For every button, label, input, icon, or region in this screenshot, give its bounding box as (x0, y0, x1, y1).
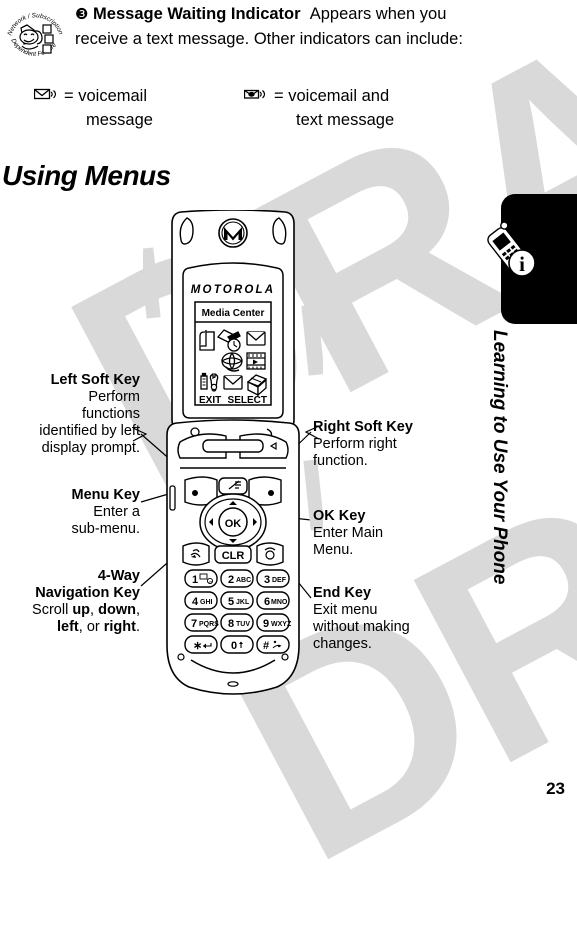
indicator-legend: = voicemail message = voicemail and text… (33, 84, 504, 132)
callout-body-line: Scroll up, down, (0, 602, 140, 619)
nav-dir-up: up (72, 602, 91, 618)
callout-body-line: Menu. (313, 542, 354, 558)
callout-body-line: function. (313, 453, 368, 469)
callout-body-line: Enter Main (313, 525, 384, 541)
page-title: Using Menus (2, 160, 171, 191)
phone-illustration: MOTOROLA Media Center EXIT SELECT OK CLR… (139, 209, 325, 700)
callout-ok-key: OK Key Enter Main Menu. (313, 508, 483, 559)
callout-body-line: Perform right (313, 436, 397, 452)
svg-text:@: @ (208, 579, 212, 584)
indicator-label-voicemail-text: = voicemail and text message (274, 84, 394, 132)
network-subscription-stamp-icon: Network / Subscription Dependent Feature (4, 4, 66, 66)
indicator-line1: voicemail and (288, 87, 390, 105)
svg-text:0: 0 (231, 640, 237, 652)
svg-text:JKL: JKL (236, 599, 250, 606)
svg-text:GHI: GHI (200, 599, 213, 606)
svg-text:MNO: MNO (271, 599, 288, 606)
callout-left-soft-key: Left Soft Key Perform functions identifi… (0, 372, 140, 457)
callout-body-line: identified by left (39, 423, 140, 439)
right-soft-key-dot (268, 490, 274, 496)
indicator-line1: voicemail (78, 87, 148, 105)
svg-text:2: 2 (228, 574, 234, 586)
callout-right-soft-key: Right Soft Key Perform right function. (313, 419, 483, 470)
callout-body-line: sub-menu. (71, 521, 140, 537)
screen-softkey-left-text: EXIT (199, 395, 221, 406)
callout-navigation-key: 4-Way Navigation Key Scroll up, down, le… (0, 568, 140, 636)
nav-dir-right: right (103, 619, 136, 635)
callout-title: Navigation Key (35, 585, 140, 601)
svg-text:9: 9 (263, 618, 269, 630)
svg-text:#: # (263, 640, 269, 652)
svg-text:∗: ∗ (193, 640, 202, 652)
callout-body-line: functions (81, 406, 140, 422)
indicator-equals: = (274, 87, 284, 105)
svg-text:4: 4 (192, 596, 199, 608)
svg-text:1: 1 (192, 574, 198, 586)
callout-title: Right Soft Key (313, 419, 413, 435)
svg-text:8: 8 (228, 618, 234, 630)
indicator-equals: = (64, 87, 74, 105)
callout-title: End Key (313, 585, 372, 601)
page-number: 23 (546, 779, 565, 798)
nav-sep-4: . (135, 619, 140, 635)
callout-title: 4-Way (97, 568, 140, 584)
screen-softkey-right-text: SELECT (228, 395, 267, 406)
callout-menu-key: Menu Key Enter a sub-menu. (0, 487, 140, 538)
svg-text:i: i (519, 252, 525, 276)
left-soft-key-dot (192, 490, 198, 496)
nav-sep-1: , (90, 602, 99, 618)
callout-end-key: End Key Exit menu without making changes… (313, 585, 483, 653)
note-marker: ❸ (75, 5, 89, 23)
screen-title-text: Media Center (202, 308, 265, 319)
callout-body-line: Enter a (93, 504, 140, 520)
svg-text:TUV: TUV (236, 621, 250, 628)
indicator-line2: message (86, 111, 153, 129)
callout-body-line: without making (313, 619, 410, 635)
nav-scroll-pre: Scroll (32, 602, 73, 618)
svg-text:DEF: DEF (272, 577, 287, 584)
callout-body-line: changes. (313, 636, 372, 652)
callout-title: Menu Key (71, 487, 141, 503)
nav-dir-left: left (57, 619, 79, 635)
phone-brand-text: MOTOROLA (191, 284, 275, 296)
svg-text:WXYZ: WXYZ (271, 621, 292, 628)
clear-key-text: CLR (222, 550, 245, 562)
svg-text:5: 5 (228, 596, 234, 608)
svg-text:3: 3 (264, 574, 270, 586)
ok-key-text: OK (225, 518, 242, 530)
svg-text:ABC: ABC (236, 577, 251, 584)
nav-dir-down: down (98, 602, 136, 618)
svg-text:6: 6 (264, 596, 270, 608)
callout-body-line: Perform (88, 389, 140, 405)
nav-sep-2: , (135, 602, 140, 618)
indicator-item-voicemail-text: = voicemail and text message (243, 84, 452, 132)
manual-page: DRAFT DRAFT Network / Subscription Depen… (0, 0, 577, 925)
nav-sep-3: , or (78, 619, 104, 635)
note-title: Message Waiting Indicator (93, 5, 301, 23)
callout-body-line: left, or right. (0, 619, 140, 636)
callout-title: OK Key (313, 508, 366, 524)
callout-body-line: Exit menu (313, 602, 378, 618)
svg-text:PQRS: PQRS (199, 621, 219, 628)
indicator-label-voicemail: = voicemail message (64, 84, 153, 132)
chapter-tab-label: Learning to Use Your Phone (489, 330, 510, 585)
indicator-line2: text message (296, 111, 395, 129)
envelope-voicemail-text-icon (243, 84, 274, 132)
callout-body-line: display prompt. (41, 440, 140, 456)
phone-info-icon: i (481, 221, 543, 289)
note-block: ❸ Message Waiting Indicator Appears when… (75, 2, 495, 52)
svg-text:7: 7 (191, 618, 197, 630)
indicator-item-voicemail: = voicemail message (33, 84, 242, 132)
callout-title: Left Soft Key (50, 372, 140, 388)
envelope-voicemail-icon (33, 84, 64, 132)
